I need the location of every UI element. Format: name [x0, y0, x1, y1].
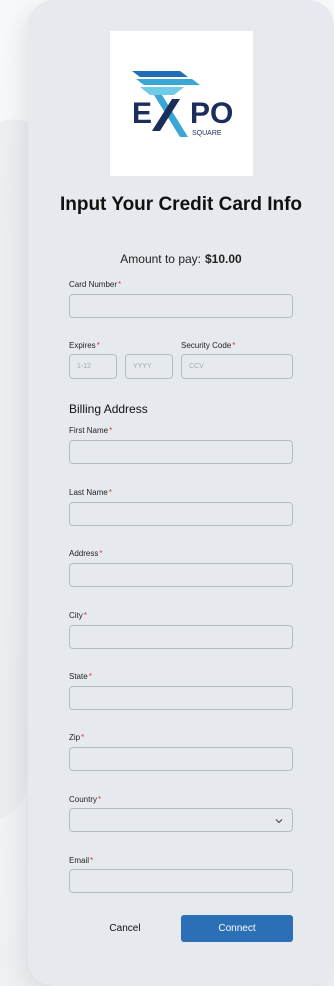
expires-year-input[interactable] [125, 354, 173, 379]
zip-input[interactable] [69, 747, 293, 771]
connect-button[interactable]: Connect [181, 915, 293, 942]
first-name-label-text: First Name [69, 426, 109, 435]
required-mark: * [81, 733, 85, 742]
city-label-text: City [69, 611, 83, 620]
required-mark: * [109, 426, 113, 435]
address-input[interactable] [69, 563, 293, 587]
city-label: City* [69, 611, 87, 620]
state-label-text: State [69, 672, 88, 681]
zip-label-text: Zip [69, 733, 81, 742]
state-input[interactable] [69, 686, 293, 710]
last-name-input[interactable] [69, 502, 293, 526]
logo-text: PO [190, 97, 233, 130]
card-number-input[interactable] [69, 294, 293, 318]
required-mark: * [83, 611, 87, 620]
expo-logo-icon: E PO SQUARE [132, 71, 233, 137]
first-name-label: First Name* [69, 426, 112, 435]
address-label: Address* [69, 549, 102, 558]
state-label: State* [69, 672, 92, 681]
card-number-label: Card Number* [69, 280, 121, 289]
email-label-text: Email [69, 856, 90, 865]
country-label-text: Country [69, 795, 98, 804]
required-mark: * [99, 549, 103, 558]
billing-address-heading: Billing Address [69, 402, 148, 416]
address-label-text: Address [69, 549, 99, 558]
cancel-button[interactable]: Cancel [90, 915, 160, 941]
amount-to-pay: Amount to pay: $10.00 [58, 252, 304, 266]
required-mark: * [96, 341, 100, 350]
required-mark: * [98, 795, 102, 804]
expires-label-text: Expires [69, 341, 96, 350]
country-select[interactable] [69, 808, 293, 832]
zip-label: Zip* [69, 733, 84, 742]
expires-label: Expires* [69, 341, 100, 350]
last-name-label: Last Name* [69, 488, 112, 497]
email-label: Email* [69, 856, 93, 865]
city-input[interactable] [69, 625, 293, 649]
page-title: Input Your Credit Card Info [59, 194, 303, 215]
required-mark: * [232, 341, 236, 350]
country-label: Country* [69, 795, 101, 804]
last-name-label-text: Last Name [69, 488, 108, 497]
amount-value: $10.00 [205, 252, 242, 266]
security-code-label-text: Security Code [181, 341, 232, 350]
logo-subtext: SQUARE [192, 130, 222, 137]
required-mark: * [90, 856, 94, 865]
security-code-input[interactable] [181, 354, 293, 379]
required-mark: * [118, 280, 122, 289]
security-code-label: Security Code* [181, 341, 235, 350]
chevron-down-icon [275, 819, 283, 824]
expires-month-input[interactable] [69, 354, 117, 379]
first-name-input[interactable] [69, 440, 293, 464]
required-mark: * [108, 488, 112, 497]
card-number-label-text: Card Number [69, 280, 118, 289]
amount-label: Amount to pay: [120, 252, 201, 266]
required-mark: * [88, 672, 92, 681]
svg-text:E: E [132, 97, 152, 130]
expo-square-logo: E PO SQUARE [110, 31, 253, 176]
page-background: E PO SQUARE Input Your Credit Card Info … [0, 0, 334, 986]
email-input[interactable] [69, 869, 293, 893]
